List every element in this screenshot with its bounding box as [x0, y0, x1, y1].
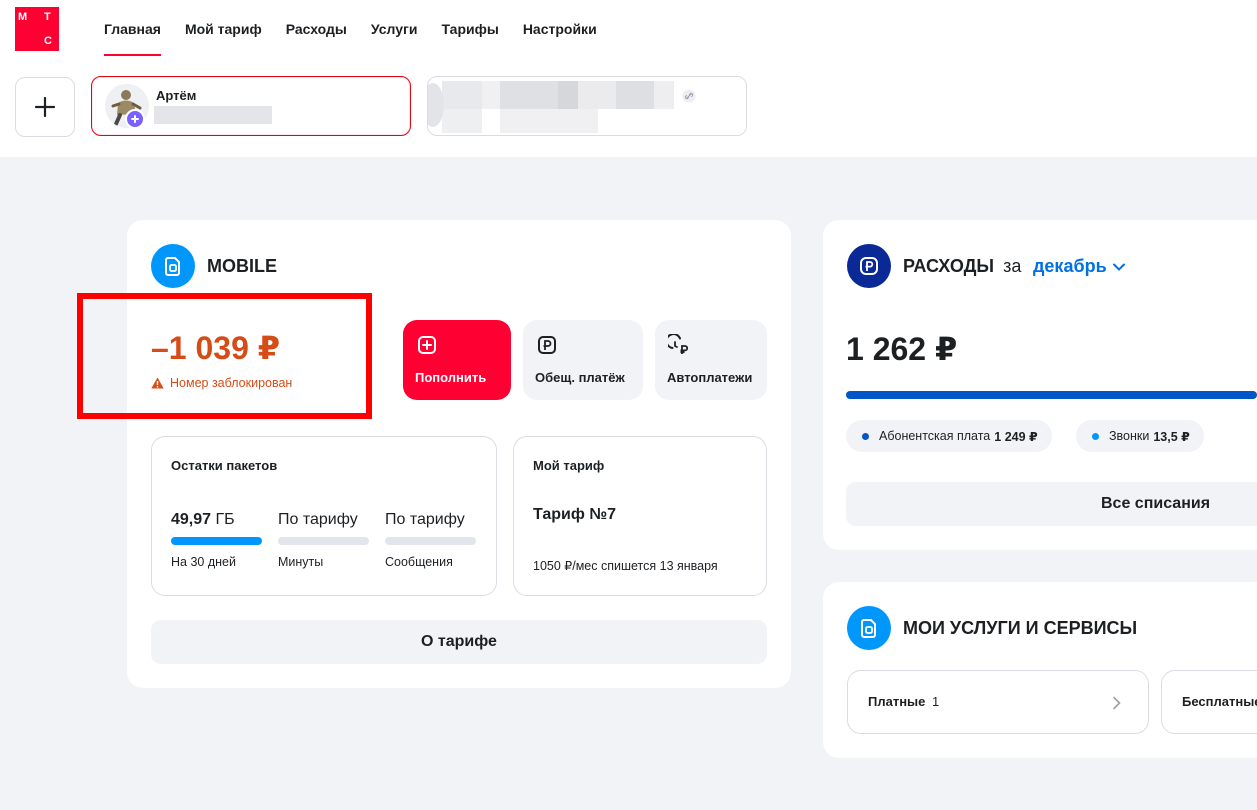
package-sms-bar [385, 537, 476, 545]
services-title: МОИ УСЛУГИ И СЕРВИСЫ [903, 618, 1138, 638]
redacted-block [654, 81, 674, 109]
all-charges-button[interactable]: Все списания [846, 482, 1257, 526]
expense-chip-label: Звонки [1109, 429, 1150, 443]
logo-letter-m: М [18, 11, 28, 23]
redacted-block [500, 109, 598, 133]
package-minutes: По тарифу Минуты [278, 511, 369, 569]
package-internet-label: На 30 дней [171, 555, 236, 569]
packages-title: Остатки пакетов [171, 458, 278, 473]
my-tariff-card[interactable]: Мой тариф Тариф №7 1050 ₽/мес спишется 1… [513, 436, 767, 596]
redacted-block [442, 81, 482, 109]
account-number-redacted [154, 106, 272, 124]
expenses-title: РАСХОДЫ [903, 256, 995, 276]
top-bar: М Т С Главная Мой тариф Расходы Услуги Т… [0, 0, 1257, 157]
autopay-icon [668, 334, 689, 354]
expenses-bar [846, 391, 1257, 399]
package-sms-value: По тарифу [385, 511, 465, 528]
expenses-total: 1 262 ₽ [846, 331, 958, 367]
packages-card[interactable]: Остатки пакетов 49,97 ГБ На 30 дней По т… [151, 436, 497, 596]
chevron-down-icon [1112, 263, 1125, 271]
redacted-block [578, 81, 616, 109]
paid-services-count: 1 [932, 694, 940, 709]
dot-icon [862, 432, 869, 440]
redacted-block [558, 81, 578, 109]
topup-button[interactable]: Пополнить [403, 320, 511, 400]
expenses-heading: РАСХОДЫ за [903, 256, 1021, 277]
logo-letter-s: С [44, 35, 52, 47]
mts-logo[interactable]: М Т С [15, 7, 59, 51]
redacted-block [616, 81, 654, 109]
redacted-block [482, 81, 500, 109]
expense-chip-label: Абонентская плата [879, 429, 991, 443]
package-sms-label: Сообщения [385, 555, 453, 569]
sim-icon [847, 606, 891, 650]
month-label: декабрь [1033, 256, 1107, 276]
plus-square-icon [418, 336, 436, 354]
autopayments-label: Автоплатежи [667, 370, 753, 385]
expenses-for-word: за [1003, 256, 1022, 276]
package-minutes-label: Минуты [278, 555, 324, 569]
free-services-label: Бесплатные [1182, 694, 1257, 709]
about-tariff-button[interactable]: О тарифе [151, 620, 767, 664]
expense-chip-subscription[interactable]: Абонентская плата 1 249 ₽ [846, 420, 1052, 452]
highlight-frame [77, 293, 372, 419]
package-internet: 49,97 ГБ На 30 дней [171, 511, 262, 569]
add-account-button[interactable] [15, 77, 75, 137]
account-name: Артём [156, 88, 197, 103]
nav-item-my-tariff[interactable]: Мой тариф [185, 0, 262, 56]
expense-chip-value: 13,5 ₽ [1153, 429, 1190, 444]
nav-item-services[interactable]: Услуги [371, 0, 418, 56]
package-minutes-value: По тарифу [278, 511, 358, 528]
package-internet-bar-fill [171, 537, 262, 545]
tariff-charge-note: 1050 ₽/мес спишется 13 января [533, 559, 718, 573]
chevron-right-icon [1113, 696, 1121, 710]
package-internet-bar [171, 537, 262, 545]
mobile-title: MOBILE [207, 256, 277, 276]
month-selector[interactable]: декабрь [1033, 256, 1125, 277]
expense-chip-value: 1 249 ₽ [994, 429, 1038, 444]
sim-icon [151, 244, 195, 288]
nav-item-settings[interactable]: Настройки [523, 0, 597, 56]
topup-label: Пополнить [415, 370, 487, 385]
dot-icon [1092, 432, 1099, 440]
package-sms: По тарифу Сообщения [385, 511, 476, 569]
account-card-active[interactable]: Артём [91, 76, 411, 136]
redacted-block [442, 109, 482, 133]
plus-icon [34, 96, 56, 118]
redacted-block [500, 81, 558, 109]
package-internet-value: 49,97 ГБ [171, 511, 235, 528]
paid-services-label: Платные [868, 694, 926, 709]
link-icon [682, 89, 696, 103]
logo-letter-t: Т [44, 11, 51, 23]
my-tariff-title: Мой тариф [533, 458, 605, 473]
paid-services-item[interactable]: Платные 1 [847, 670, 1149, 734]
expense-chip-calls[interactable]: Звонки 13,5 ₽ [1076, 420, 1204, 452]
nav-item-home[interactable]: Главная [104, 0, 161, 56]
ruble-circle-icon [847, 244, 891, 288]
package-minutes-bar [278, 537, 369, 545]
main-nav: Главная Мой тариф Расходы Услуги Тарифы … [104, 0, 597, 56]
account-badge-icon [125, 109, 145, 129]
nav-item-expenses[interactable]: Расходы [286, 0, 347, 56]
promised-payment-button[interactable]: Обещ. платёж [523, 320, 643, 400]
ruble-square-icon [538, 336, 556, 354]
tariff-name: Тариф №7 [533, 506, 617, 523]
promised-payment-label: Обещ. платёж [535, 370, 625, 385]
nav-item-tariffs[interactable]: Тарифы [441, 0, 498, 56]
paid-services-text: Платные 1 [868, 694, 939, 709]
account-card-secondary[interactable] [427, 76, 747, 136]
autopayments-button[interactable]: Автоплатежи [655, 320, 767, 400]
free-services-item[interactable]: Бесплатные [1161, 670, 1257, 734]
